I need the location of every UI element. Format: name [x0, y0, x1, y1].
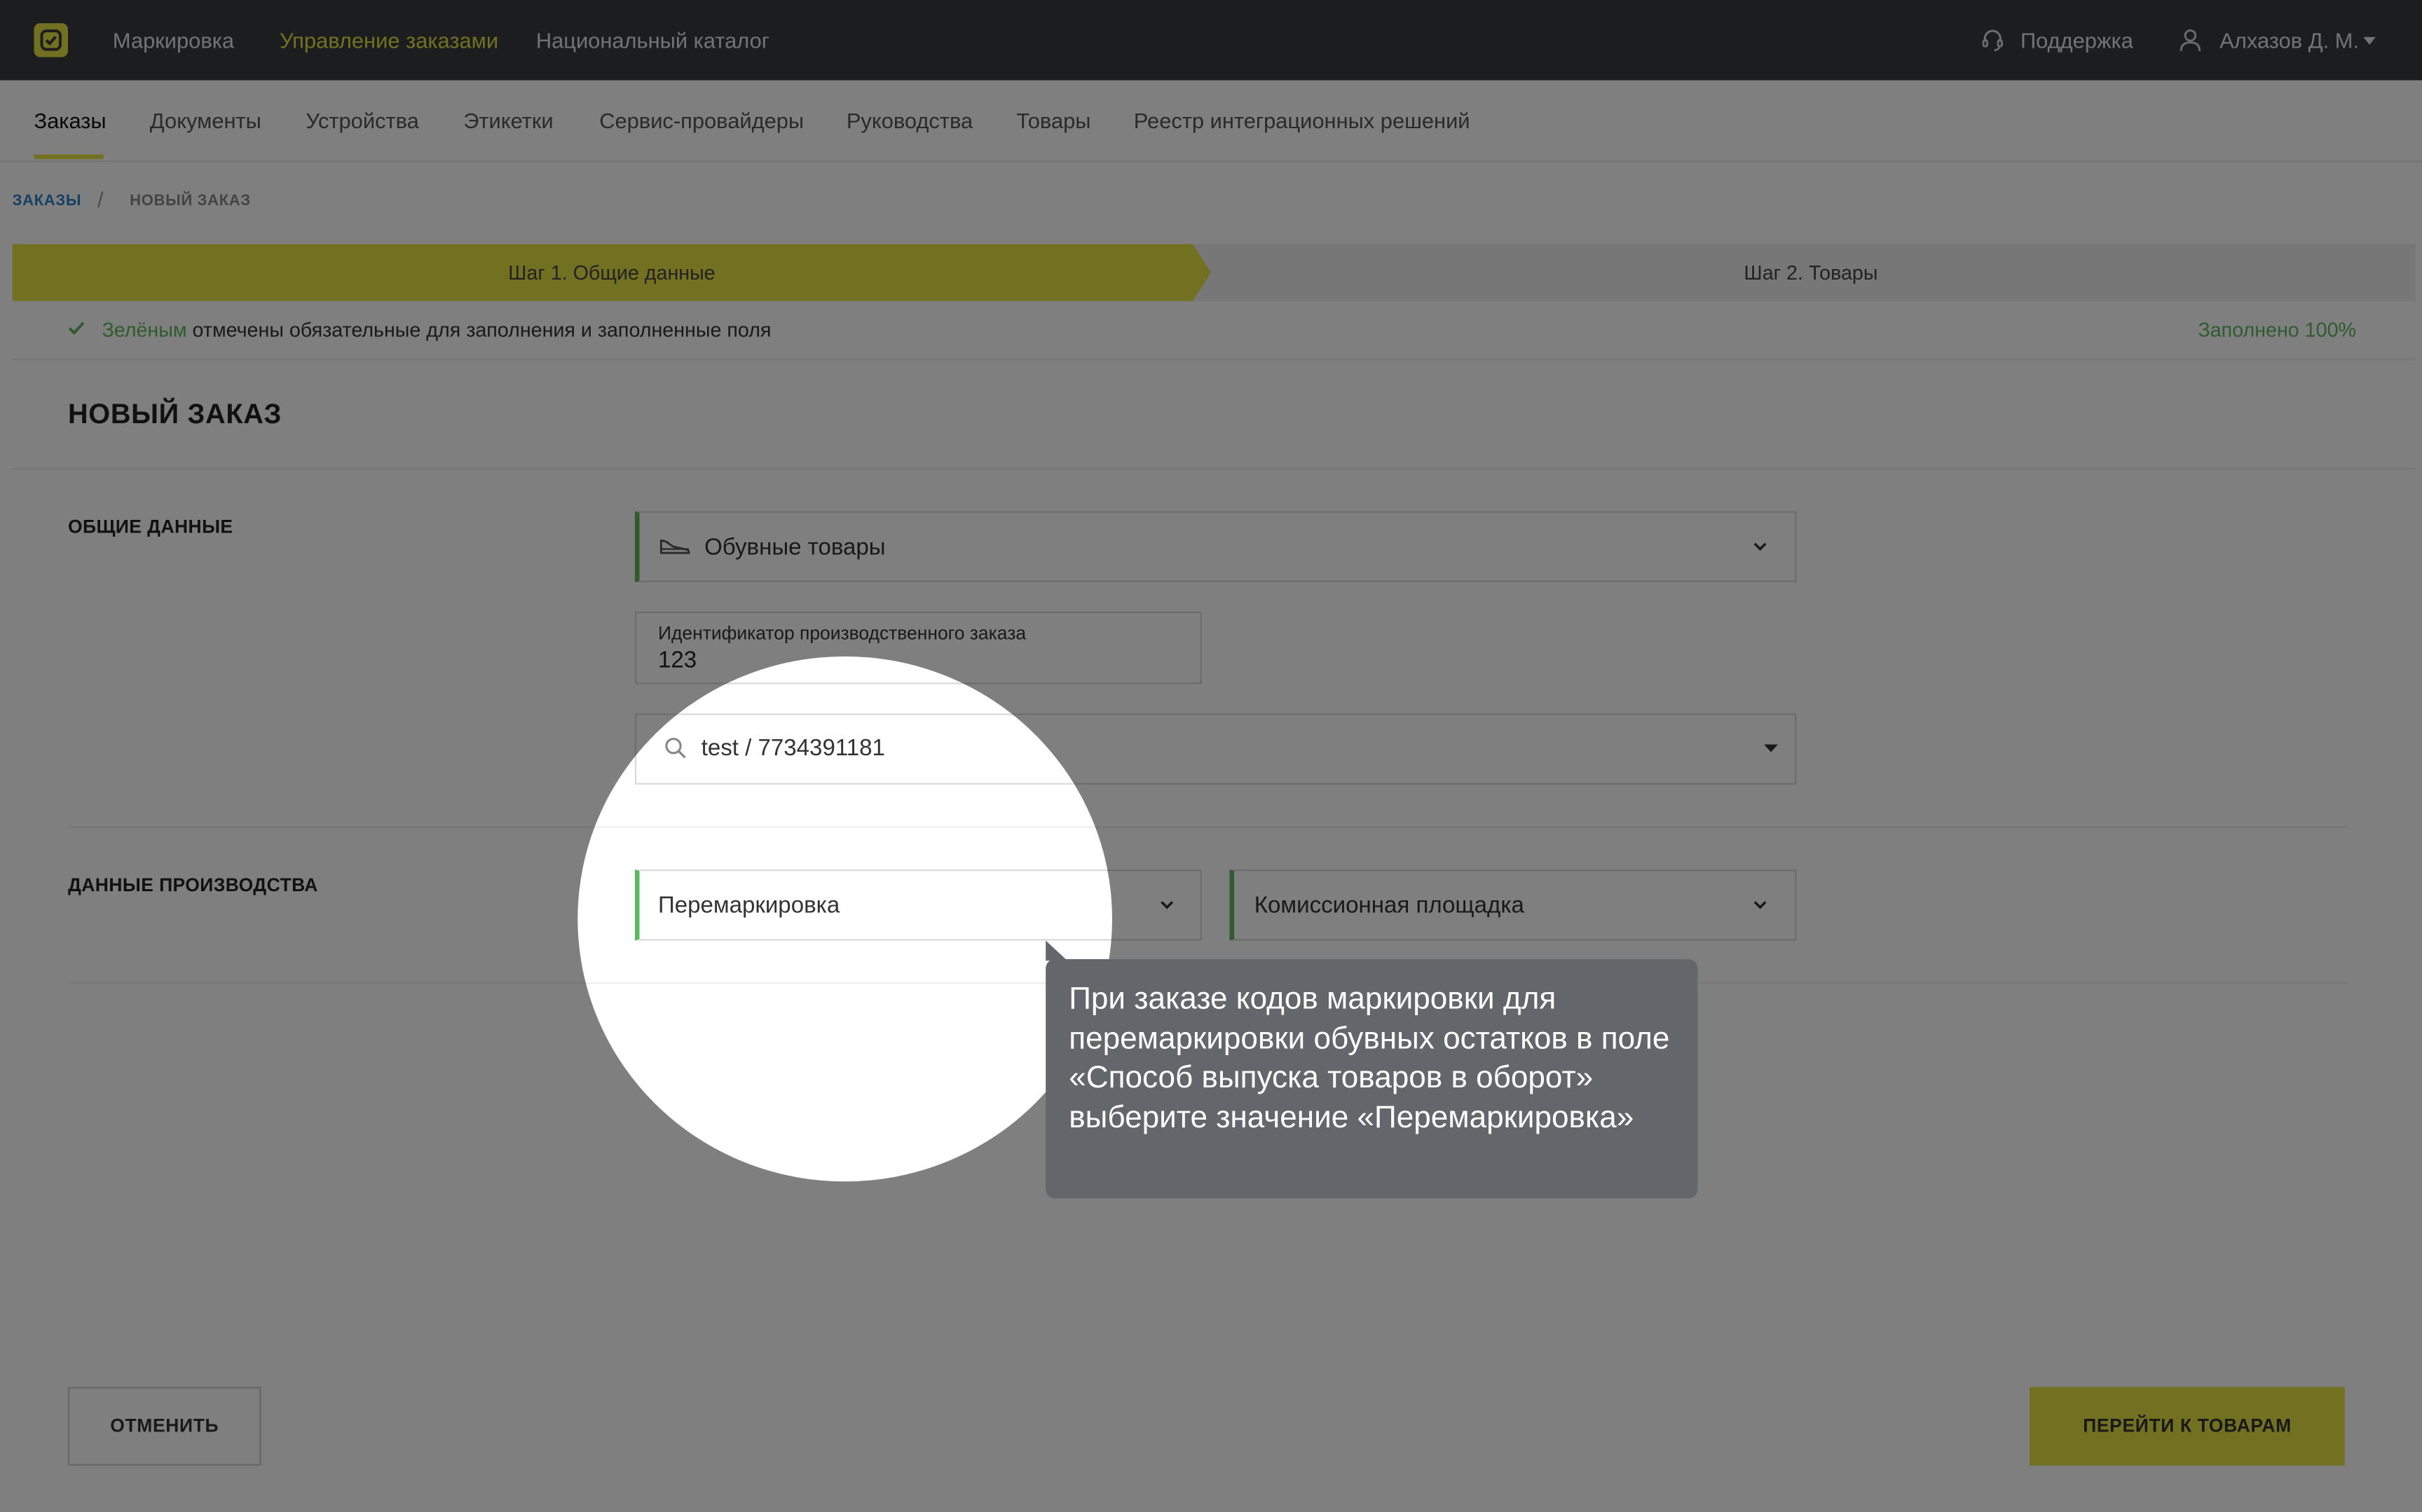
divider	[12, 467, 2416, 470]
step-1-label: Шаг 1. Общие данные	[508, 261, 716, 284]
section-general-label: ОБЩИЕ ДАННЫЕ	[67, 516, 233, 538]
breadcrumb-separator: /	[97, 186, 104, 212]
support-link[interactable]: Поддержка	[2020, 28, 2133, 53]
hint-text: Зелёным отмечены обязательные для заполн…	[102, 318, 771, 341]
order-id-value[interactable]: 123	[658, 647, 697, 673]
form-panel	[12, 301, 2416, 1512]
active-tab-underline	[34, 154, 104, 160]
shoe-icon	[659, 539, 690, 554]
tab-orders[interactable]: Заказы	[34, 108, 106, 132]
chevron-down-icon[interactable]	[1753, 900, 1767, 909]
check-icon	[68, 322, 85, 335]
breadcrumb-orders[interactable]: ЗАКАЗЫ	[13, 193, 81, 210]
cancel-button[interactable]: ОТМЕНИТЬ	[67, 1387, 261, 1466]
tutorial-tooltip: При заказе кодов маркировки для перемарк…	[1046, 958, 1698, 1199]
chevron-down-icon[interactable]	[1753, 542, 1767, 551]
product-group-value: Обувные товары	[704, 534, 886, 561]
user-icon[interactable]	[2178, 28, 2203, 53]
chevron-down-icon[interactable]	[1160, 900, 1174, 909]
top-bar: Маркировка Управление заказами Националь…	[0, 0, 2422, 81]
nav-national-catalog[interactable]: Национальный каталог	[536, 28, 769, 53]
hint-rest: отмечены обязательные для заполнения и з…	[186, 318, 772, 342]
order-id-label: Идентификатор производственного заказа	[657, 622, 1027, 645]
search-icon	[665, 737, 686, 759]
tab-service-providers[interactable]: Сервис-провайдеры	[599, 108, 804, 132]
company-value: test / 7734391181	[701, 735, 885, 762]
tab-devices[interactable]: Устройства	[306, 108, 418, 132]
section-production-label: ДАННЫЕ ПРОИЗВОДСТВА	[67, 874, 318, 896]
platform-value: Комиссионная площадка	[1254, 893, 1524, 919]
caret-down-icon[interactable]	[1764, 744, 1778, 752]
page-title: НОВЫЙ ЗАКАЗ	[67, 398, 282, 429]
tab-goods[interactable]: Товары	[1016, 108, 1090, 132]
step-2-label[interactable]: Шаг 2. Товары	[1744, 261, 1877, 284]
divider	[67, 826, 2348, 828]
tab-integration-registry[interactable]: Реестр интеграционных решений	[1134, 108, 1470, 132]
fill-progress: Заполнено 100%	[2198, 318, 2357, 342]
release-method-value: Перемаркировка	[657, 893, 840, 919]
tooltip-arrow	[1046, 940, 1068, 961]
logo-icon[interactable]	[34, 23, 68, 57]
go-to-goods-button[interactable]: ПЕРЕЙТИ К ТОВАРАМ	[2030, 1387, 2345, 1466]
sub-navigation: Заказы Документы Устройства Этикетки Сер…	[0, 80, 2422, 163]
nav-marking[interactable]: Маркировка	[113, 28, 234, 53]
nav-order-management[interactable]: Управление заказами	[280, 28, 498, 53]
hint-green-word: Зелёным	[102, 318, 187, 342]
tab-guides[interactable]: Руководства	[847, 108, 973, 132]
user-name[interactable]: Алхазов Д. М.	[2219, 28, 2359, 53]
tab-labels[interactable]: Этикетки	[463, 108, 553, 132]
user-menu-caret-icon[interactable]	[2363, 36, 2376, 45]
tab-documents[interactable]: Документы	[150, 108, 261, 132]
headset-icon[interactable]	[1980, 28, 2005, 53]
breadcrumb-current: НОВЫЙ ЗАКАЗ	[130, 193, 251, 210]
